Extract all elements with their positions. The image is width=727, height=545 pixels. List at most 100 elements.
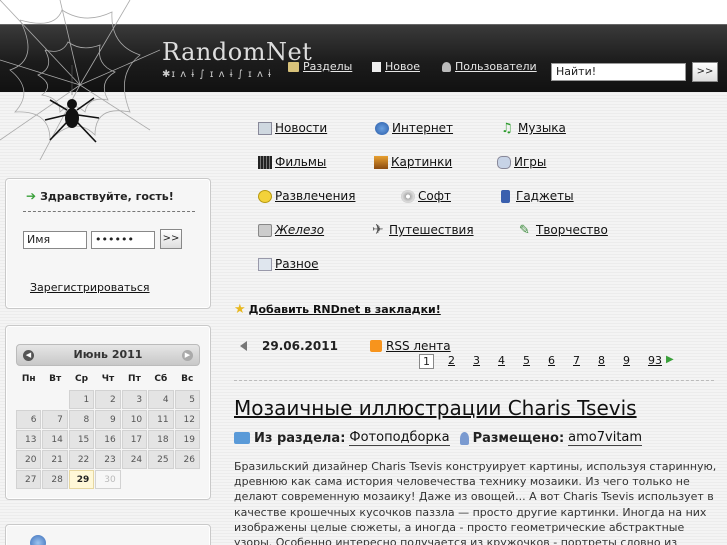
author-label: Размещено: [472,430,565,446]
calendar-empty-cell [148,470,173,489]
register-link[interactable]: Зарегистрироваться [30,281,150,294]
rss-link[interactable]: RSS лента [370,339,451,353]
calendar-day[interactable]: 29 [68,470,95,489]
search-button[interactable]: >> [692,62,718,82]
calendar-day[interactable]: 10 [121,410,148,429]
calendar-day[interactable]: 25 [148,450,174,469]
calendar-day[interactable]: 2 [95,390,121,409]
prev-date-arrow-icon[interactable] [240,341,247,351]
nav-users-label: Пользователи [455,60,537,73]
page-link[interactable]: 93 [648,354,662,369]
calendar-day[interactable]: 13 [16,430,42,449]
category-films[interactable]: Фильмы [258,155,326,169]
nav-sections[interactable]: Разделы [288,60,352,73]
calendar-day[interactable]: 1 [68,390,95,409]
calendar-day[interactable]: 14 [42,430,68,449]
login-button[interactable]: >> [160,229,182,249]
next-month-icon[interactable]: ▶ [182,350,193,361]
section-link[interactable]: Фотоподборка [349,430,450,446]
page-link[interactable]: 2 [448,354,455,369]
calendar-day[interactable]: 6 [16,410,42,429]
nav-new[interactable]: Новое [372,60,420,73]
category-music[interactable]: ♫ Музыка [501,121,566,135]
calendar-day[interactable]: 12 [174,410,200,429]
calendar-day[interactable]: 16 [95,430,121,449]
calendar-day[interactable]: 22 [68,450,95,469]
category-travel[interactable]: ✈ Путешествия [372,223,474,238]
category-hardware[interactable]: Железо [258,223,324,237]
calendar-day[interactable]: 28 [42,470,68,489]
logo-figures: ✱ɪ ᴧ ɨ ∫ ɪ ᴧ ɨ ∫ ɪ ᴧ ɨ [162,69,272,80]
page-link[interactable]: 3 [473,354,480,369]
category-creative[interactable]: ✎ Творчество [519,223,608,237]
password-field[interactable]: •••••• [91,231,155,249]
page-link[interactable]: 8 [598,354,605,369]
calendar-day[interactable]: 8 [68,410,95,429]
calendar-day[interactable]: 20 [16,450,42,469]
category-music-label[interactable]: Музыка [518,121,566,135]
search-input-value: Найти! [556,65,597,78]
news-icon [258,121,272,135]
bookmark-label[interactable]: Добавить RNDnet в закладки! [249,303,441,316]
category-pictures[interactable]: Картинки [374,155,452,169]
page-link[interactable]: 9 [623,354,630,369]
calendar-day[interactable]: 19 [174,430,200,449]
category-films-label[interactable]: Фильмы [275,155,326,169]
weekday-header: Вт [49,374,62,384]
post-title[interactable]: Мозаичные иллюстрации Charis Tsevis [234,396,637,420]
calendar-day[interactable]: 24 [121,450,148,469]
next-page-icon[interactable]: ▶ [666,354,674,369]
phone-icon [501,189,510,203]
bookmark-link[interactable]: ★ Добавить RNDnet в закладки! [234,302,441,317]
category-misc-label[interactable]: Разное [275,257,319,271]
calendar-day[interactable]: 26 [174,450,200,469]
category-hardware-label[interactable]: Железо [275,223,324,237]
category-news[interactable]: Новости [258,121,327,135]
calendar-day[interactable]: 23 [95,450,121,469]
calendar-day[interactable]: 5 [174,390,200,409]
page-link[interactable]: 6 [548,354,555,369]
category-games-label[interactable]: Игры [514,155,546,169]
picture-icon [374,155,388,169]
prev-month-icon[interactable]: ◀ [23,350,34,361]
calendar-day[interactable]: 21 [42,450,68,469]
smiley-icon [258,189,272,203]
globe-icon [30,535,46,545]
category-games[interactable]: Игры [497,155,546,169]
category-internet[interactable]: Интернет [375,121,453,135]
category-internet-label[interactable]: Интернет [392,121,453,135]
calendar-day[interactable]: 4 [148,390,174,409]
page-link[interactable]: 4 [498,354,505,369]
category-travel-label[interactable]: Путешествия [389,223,474,237]
calendar-day[interactable]: 7 [42,410,68,429]
rss-label[interactable]: RSS лента [386,339,451,353]
pagination: 1 2 3 4 5 6 7 8 9 93 ▶ [419,354,674,369]
user-icon [459,431,469,445]
category-fun[interactable]: Развлечения [258,189,355,203]
calendar-box: ◀ Июнь 2011 ▶ Пн Вт Ср Чт Пт Сб Вс 1 2 3 4 5 6 7 8 9 10 1… [5,325,211,500]
author-link[interactable]: amo7vitam [568,430,643,446]
category-gadgets-label[interactable]: Гаджеты [516,189,574,203]
search-input[interactable]: Найти! [551,63,686,81]
category-misc[interactable]: Разное [258,257,319,271]
page-link[interactable]: 7 [573,354,580,369]
category-fun-label[interactable]: Развлечения [275,189,355,203]
calendar-day[interactable]: 30 [95,470,121,489]
calendar-day[interactable]: 3 [121,390,148,409]
calendar-day[interactable]: 18 [148,430,174,449]
category-gadgets[interactable]: Гаджеты [501,189,574,203]
category-news-label[interactable]: Новости [275,121,327,135]
calendar-day[interactable]: 17 [121,430,148,449]
page-link[interactable]: 5 [523,354,530,369]
calendar-day[interactable]: 11 [148,410,174,429]
weekday-header: Пн [21,374,36,384]
calendar-day[interactable]: 15 [68,430,95,449]
calendar-day[interactable]: 27 [16,470,42,489]
nav-users[interactable]: Пользователи [442,60,537,73]
category-soft-label[interactable]: Софт [418,189,451,203]
category-pictures-label[interactable]: Картинки [391,155,452,169]
username-field[interactable]: Имя [23,231,87,249]
calendar-day[interactable]: 9 [95,410,121,429]
category-soft[interactable]: Софт [401,189,451,203]
category-creative-label[interactable]: Творчество [536,223,608,237]
